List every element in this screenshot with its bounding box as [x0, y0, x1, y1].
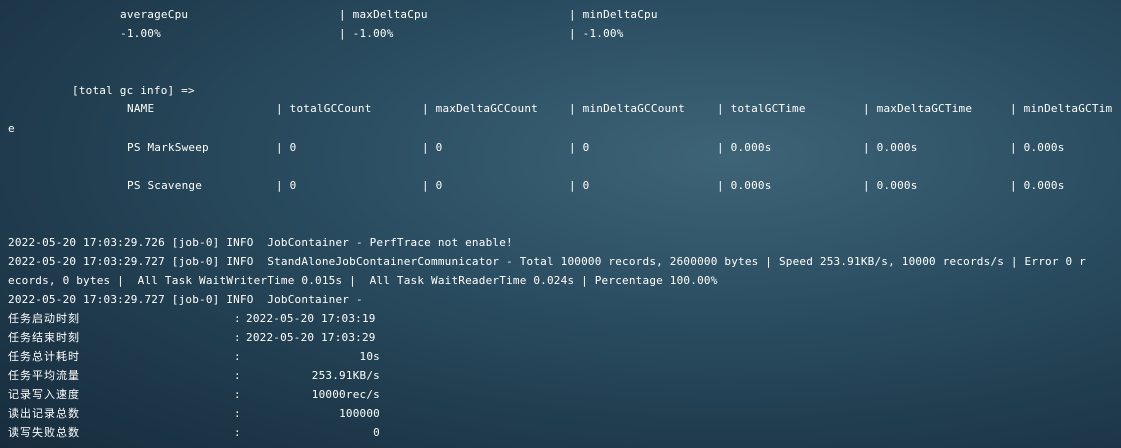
summary-label: 任务启动时刻 [8, 312, 80, 325]
summary-label: 读出记录总数 [8, 407, 80, 420]
gc-row-min-delta-count: | 0 [569, 179, 590, 192]
gc-title: [total gc info] => [72, 84, 195, 97]
cpu-value-max: | -1.00% [339, 27, 394, 40]
summary-sep: : [234, 388, 241, 401]
summary-value: 2022-05-20 17:03:19 [246, 312, 376, 325]
summary-value: 10000rec/s [311, 388, 380, 401]
cpu-header-average: averageCpu [120, 8, 189, 21]
gc-row-total-count: | 0 [276, 179, 297, 192]
cpu-value-average: -1.00% [120, 27, 161, 40]
gc-row-total-time: | 0.000s [717, 179, 772, 192]
terminal-output[interactable]: averageCpu | maxDeltaCpu | minDeltaCpu -… [0, 0, 1121, 448]
summary-sep: : [234, 369, 241, 382]
summary-label: 任务总计耗时 [8, 350, 80, 363]
gc-row-min-delta-time: | 0.000s [1010, 141, 1065, 154]
summary-sep: : [234, 312, 241, 325]
gc-row-min-delta-count: | 0 [569, 141, 590, 154]
summary-value: 0 [373, 426, 380, 439]
summary-label: 任务平均流量 [8, 369, 80, 382]
gc-row-min-delta-time: | 0.000s [1010, 179, 1065, 192]
summary-value: 253.91KB/s [311, 369, 380, 382]
summary-sep: : [234, 407, 241, 420]
gc-header-total-count: | totalGCCount [276, 102, 372, 115]
gc-header-min-delta-time: | minDeltaGCTim [1010, 102, 1113, 115]
gc-row-total-time: | 0.000s [717, 141, 772, 154]
summary-label: 读写失败总数 [8, 426, 80, 439]
summary-value: 2022-05-20 17:03:29 [246, 331, 376, 344]
gc-header-name: NAME [127, 102, 155, 115]
summary-label: 记录写入速度 [8, 388, 80, 401]
gc-header-min-delta-count: | minDeltaGCCount [569, 102, 685, 115]
gc-header-total-time: | totalGCTime [717, 102, 806, 115]
gc-row-max-delta-time: | 0.000s [863, 141, 918, 154]
summary-value: 100000 [339, 407, 380, 420]
log-line: ecords, 0 bytes | All Task WaitWriterTim… [8, 274, 718, 287]
gc-row-max-delta-count: | 0 [422, 179, 443, 192]
cpu-header-min: | minDeltaCpu [569, 8, 658, 21]
gc-header-wrap: e [8, 122, 15, 135]
gc-row-max-delta-time: | 0.000s [863, 179, 918, 192]
summary-sep: : [234, 350, 241, 363]
gc-row-name: PS MarkSweep [127, 141, 209, 154]
log-line: 2022-05-20 17:03:29.727 [job-0] INFO Job… [8, 293, 363, 306]
log-line: 2022-05-20 17:03:29.727 [job-0] INFO Sta… [8, 255, 1086, 268]
cpu-value-min: | -1.00% [569, 27, 624, 40]
summary-label: 任务结束时刻 [8, 331, 80, 344]
gc-header-max-delta-time: | maxDeltaGCTime [863, 102, 973, 115]
log-line: 2022-05-20 17:03:29.726 [job-0] INFO Job… [8, 236, 513, 249]
gc-row-max-delta-count: | 0 [422, 141, 443, 154]
gc-row-name: PS Scavenge [127, 179, 203, 192]
cpu-header-max: | maxDeltaCpu [339, 8, 428, 21]
gc-header-max-delta-count: | maxDeltaGCCount [422, 102, 538, 115]
summary-sep: : [234, 331, 241, 344]
gc-row-total-count: | 0 [276, 141, 297, 154]
summary-value: 10s [359, 350, 380, 363]
summary-sep: : [234, 426, 241, 439]
